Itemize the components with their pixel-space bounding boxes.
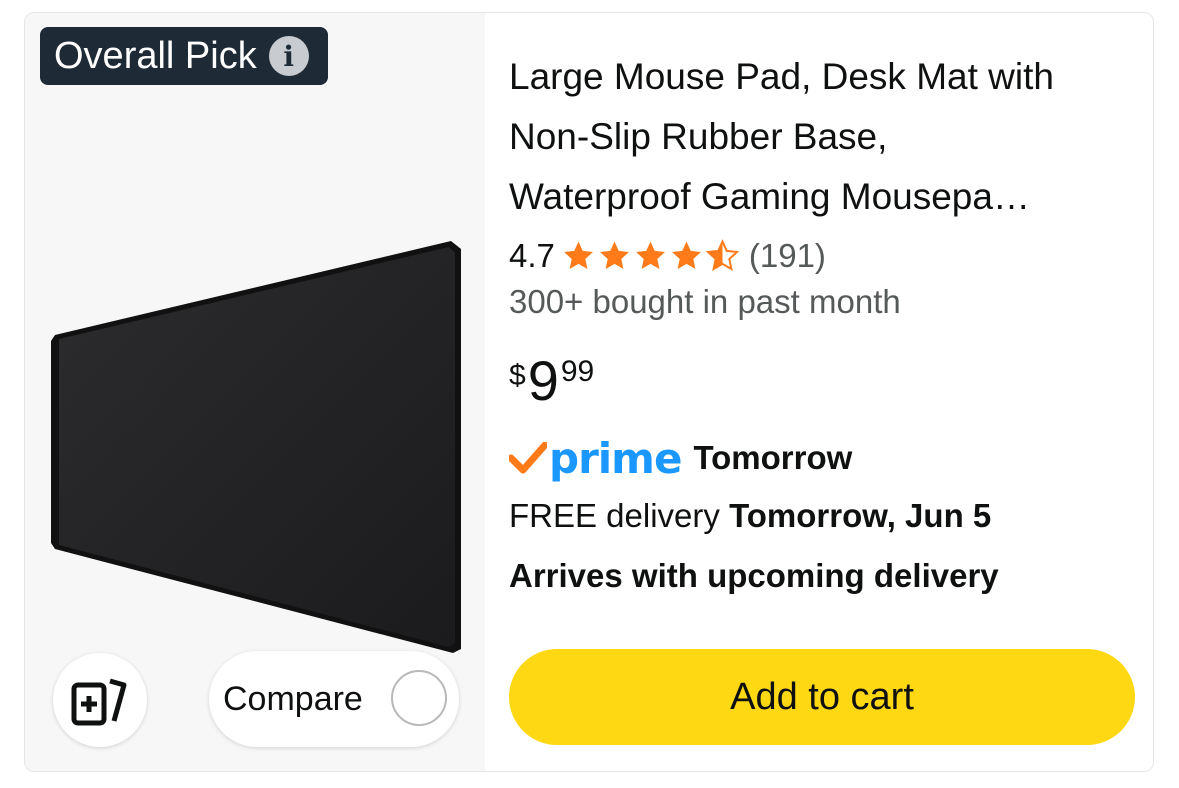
rating-row[interactable]: 4.7 (191) [509, 235, 826, 277]
price-whole: 9 [527, 349, 559, 412]
prime-logo: prime [549, 433, 682, 483]
product-title-line: Waterproof Gaming Mousepa… [509, 176, 1030, 217]
compare-radio[interactable] [391, 670, 447, 726]
arrives-with-upcoming-delivery: Arrives with upcoming delivery [509, 557, 999, 594]
product-card[interactable]: Overall Pick i Compare Large Mouse Pad, … [24, 12, 1154, 772]
prime-check-icon [509, 442, 547, 474]
info-icon[interactable]: i [268, 36, 309, 76]
add-to-list-button[interactable] [53, 653, 147, 747]
price: $ 9 99 [509, 351, 594, 411]
review-count[interactable]: (191) [749, 237, 826, 275]
free-delivery-date: Tomorrow, Jun 5 [729, 497, 992, 534]
product-image-panel[interactable]: Overall Pick i Compare [25, 13, 485, 771]
bought-in-past-month: 300+ bought in past month [509, 283, 901, 320]
compare-toggle[interactable]: Compare [209, 651, 459, 747]
half-star-icon [705, 239, 740, 271]
prime-day: Tomorrow [693, 439, 853, 476]
star-rating [561, 239, 741, 273]
price-symbol: $ [509, 359, 526, 392]
compare-label: Compare [223, 679, 363, 718]
product-title-line: Non-Slip Rubber Base, [509, 116, 888, 157]
star-icon [671, 241, 701, 270]
star-icon [635, 241, 665, 270]
star-icon [563, 241, 593, 270]
free-delivery-label: FREE delivery [509, 497, 720, 534]
star-icon [599, 241, 629, 270]
add-to-list-icon [71, 678, 127, 726]
overall-pick-badge[interactable]: Overall Pick i [40, 27, 328, 85]
product-title[interactable]: Large Mouse Pad, Desk Mat with Non-Slip … [509, 47, 1134, 227]
price-fraction: 99 [560, 355, 595, 388]
rating-value: 4.7 [509, 237, 555, 274]
product-info: Large Mouse Pad, Desk Mat with Non-Slip … [509, 13, 1149, 771]
free-delivery-text: FREE delivery Tomorrow, Jun 5 [509, 497, 991, 535]
add-to-cart-button[interactable]: Add to cart [509, 649, 1135, 745]
prime-delivery-row: prime Tomorrow [509, 433, 852, 483]
badge-label: Overall Pick [54, 34, 257, 77]
product-title-line: Large Mouse Pad, Desk Mat with [509, 56, 1054, 97]
product-image[interactable] [51, 225, 461, 655]
